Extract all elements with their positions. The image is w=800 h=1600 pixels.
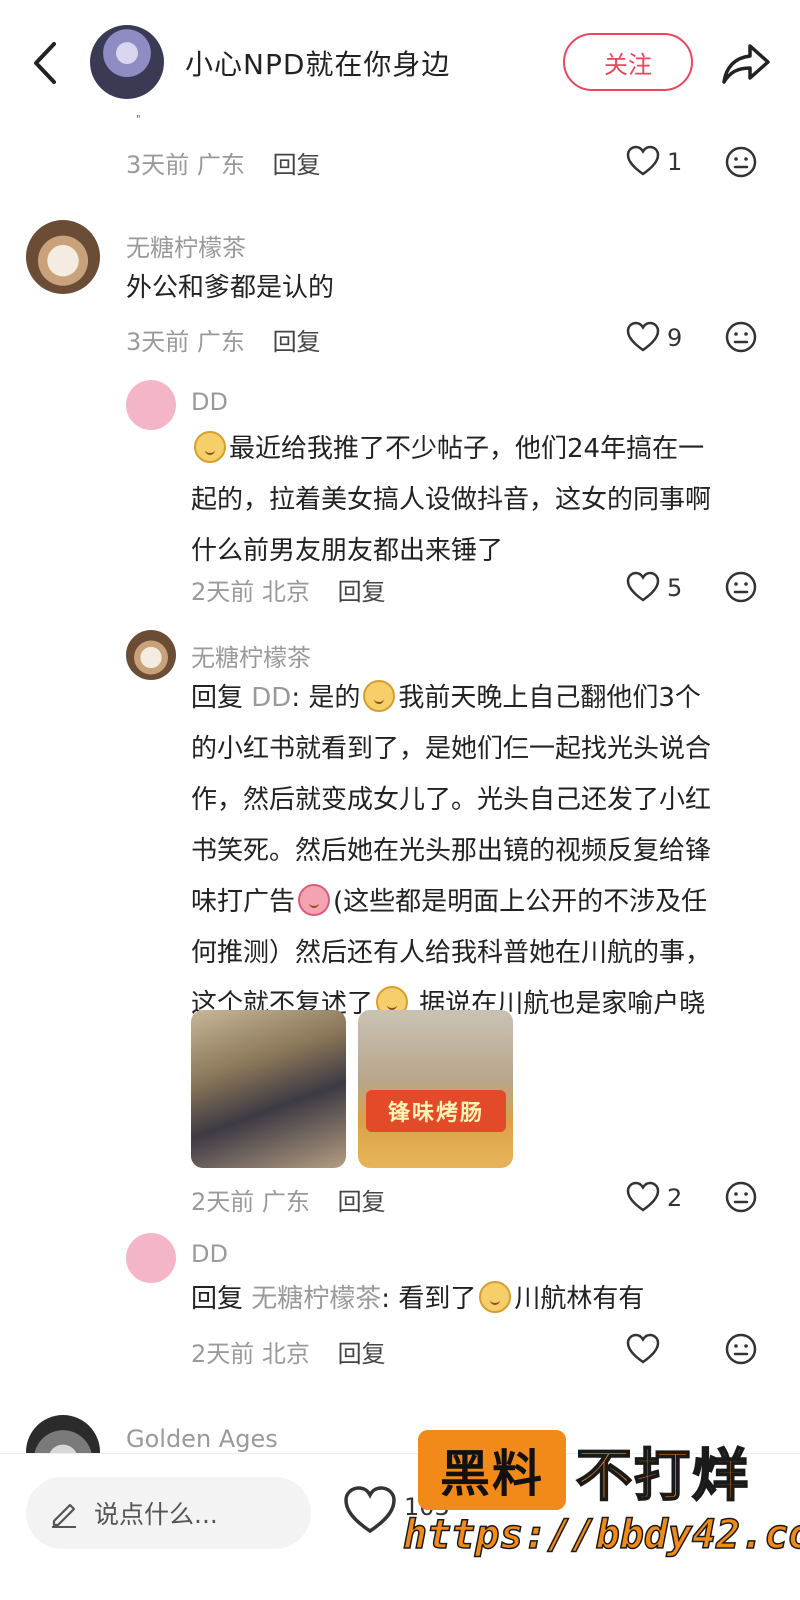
comment-line: 何推测）然后还有人给我科普她在川航的事， <box>191 938 712 968</box>
comment-meta: 2天前 广东 回复 <box>191 1182 386 1217</box>
top-bar: 小心NPD就在你身边 关注 " <box>0 0 800 125</box>
commenter-name[interactable]: Golden Ages <box>126 1425 278 1453</box>
reply-button[interactable]: 回复 <box>338 1340 386 1368</box>
commenter-avatar[interactable] <box>26 220 100 294</box>
heart-icon[interactable] <box>626 571 660 603</box>
comment-meta: 2天前 北京 回复 <box>191 1334 386 1369</box>
emoji-reaction-icon[interactable] <box>724 320 758 354</box>
comment-text[interactable]: 回复 DD: 是的 我前天晚上自己翻他们3个 的小红书就看到了，是她们仨一起找光头… <box>191 673 711 1030</box>
commenter-avatar[interactable] <box>126 630 176 680</box>
emoji-reaction-icon[interactable] <box>724 1180 758 1214</box>
comment-location: 北京 <box>261 578 310 606</box>
mention-link[interactable]: 无糖柠檬茶 <box>251 1284 381 1314</box>
comment-line: 最近给我推了不少帖子，他们24年搞在一 <box>229 434 705 464</box>
emoji-reaction-icon[interactable] <box>724 145 758 179</box>
dog-emoji-icon <box>194 431 226 463</box>
commenter-avatar[interactable] <box>126 380 176 430</box>
crying-emoji-icon <box>298 884 331 916</box>
comment-line: 的小红书就看到了，是她们仨一起找光头说合 <box>191 734 712 764</box>
comment-line: 我前天晚上自己翻他们3个 <box>398 683 701 713</box>
commenter-name[interactable]: 无糖柠檬茶 <box>126 228 246 263</box>
heart-icon[interactable] <box>626 1333 660 1365</box>
reply-button[interactable]: 回复 <box>273 328 321 356</box>
reply-button[interactable]: 回复 <box>338 578 386 606</box>
comment-location: 广东 <box>196 151 245 179</box>
comment-meta: 3天前 广东 回复 <box>126 145 321 180</box>
like-count: 1 <box>667 148 683 176</box>
commenter-avatar[interactable] <box>126 1233 176 1283</box>
like-count: 5 <box>667 574 683 602</box>
reply-button[interactable]: 回复 <box>273 151 321 179</box>
comment-line: 什么前男友朋友都出来锤了 <box>191 536 504 566</box>
like-count: 9 <box>667 324 683 352</box>
comment-meta: 3天前 广东 回复 <box>126 322 321 357</box>
back-arrow-icon[interactable] <box>26 38 66 88</box>
mention-link[interactable]: DD <box>251 683 291 713</box>
comment-line: 作，然后就变成女儿了。光头自己还发了小红 <box>191 785 712 815</box>
comment-line: : 是的 <box>291 683 361 713</box>
comment-time: 2天前 <box>191 1188 255 1216</box>
dog-emoji-icon <box>479 1281 512 1313</box>
share-icon[interactable] <box>720 38 772 90</box>
comment-line: (这些都是明面上公开的不涉及任 <box>333 887 708 917</box>
author-name[interactable]: 小心NPD就在你身边 <box>185 43 450 83</box>
comment-text[interactable]: 外公和爹都是认的 <box>126 263 334 314</box>
like-count: 2 <box>667 1184 683 1212</box>
comment-image-photo[interactable] <box>191 1010 346 1168</box>
follow-button[interactable]: 关注 <box>563 33 693 91</box>
comment-line: : 看到了 <box>381 1284 477 1314</box>
pencil-icon <box>52 1503 76 1528</box>
comment-input-placeholder[interactable]: 说点什么... <box>94 1495 218 1531</box>
truncated-text-mark: " <box>136 114 141 125</box>
watermark-badge: 黑料 <box>418 1430 566 1510</box>
reply-prefix: 回复 <box>191 683 244 713</box>
comment-text[interactable]: 最近给我推了不少帖子，他们24年搞在一 起的，拉着美女搞人设做抖音，这女的同事啊… <box>191 424 711 577</box>
comment-time: 2天前 <box>191 1340 255 1368</box>
comment-meta: 2天前 北京 回复 <box>191 572 386 607</box>
emoji-reaction-icon[interactable] <box>724 1332 758 1366</box>
comment-image-product[interactable]: 锋味烤肠 <box>358 1010 513 1168</box>
commenter-name[interactable]: DD <box>191 1240 228 1268</box>
watermark-text: 不打烊 <box>575 1443 750 1510</box>
comment-location: 广东 <box>261 1188 310 1216</box>
emoji-reaction-icon[interactable] <box>724 570 758 604</box>
comment-time: 3天前 <box>126 151 190 179</box>
comment-line: 起的，拉着美女搞人设做抖音，这女的同事啊 <box>191 485 712 515</box>
comment-text[interactable]: 回复 无糖柠檬茶: 看到了 川航林有有 <box>191 1274 644 1325</box>
dog-emoji-icon <box>363 680 396 712</box>
commenter-name[interactable]: DD <box>191 388 228 416</box>
watermark-url: https://bbdy42.com <box>402 1511 800 1559</box>
heart-icon[interactable] <box>626 321 660 353</box>
like-post-icon[interactable] <box>343 1485 397 1535</box>
heart-icon[interactable] <box>626 1181 660 1213</box>
image-banner-text: 锋味烤肠 <box>366 1090 506 1132</box>
comment-location: 广东 <box>196 328 245 356</box>
comment-location: 北京 <box>261 1340 310 1368</box>
author-avatar[interactable] <box>90 25 164 99</box>
comment-line: 川航林有有 <box>514 1284 645 1314</box>
comment-line: 书笑死。然后她在光头那出镜的视频反复给锋 <box>191 836 712 866</box>
commenter-name[interactable]: 无糖柠檬茶 <box>191 638 311 673</box>
comment-line: 味打广告 <box>191 887 296 917</box>
reply-prefix: 回复 <box>191 1284 244 1314</box>
reply-button[interactable]: 回复 <box>338 1188 386 1216</box>
heart-icon[interactable] <box>626 145 660 177</box>
comment-time: 2天前 <box>191 578 255 606</box>
comment-time: 3天前 <box>126 328 190 356</box>
